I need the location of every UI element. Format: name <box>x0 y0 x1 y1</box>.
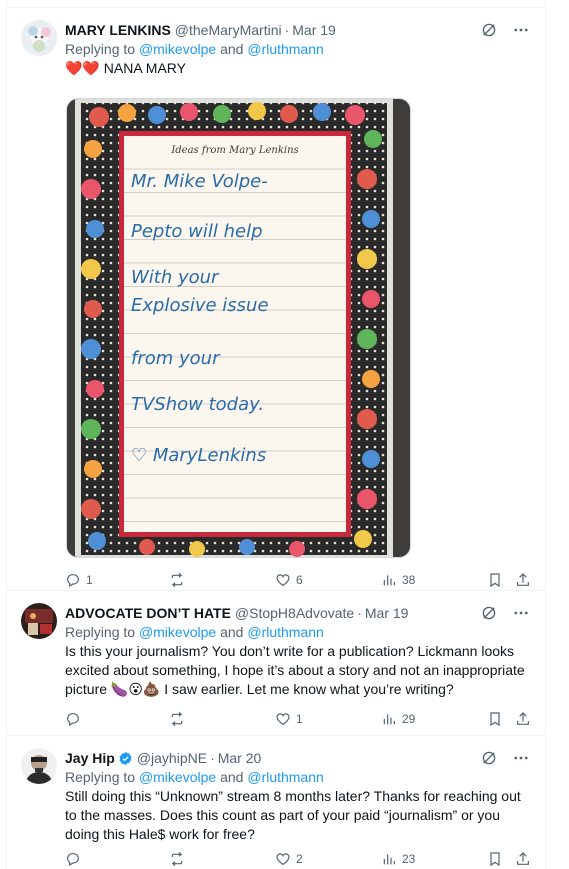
share-button[interactable] <box>515 711 531 727</box>
handwriting-line: Explosive issue <box>131 295 269 316</box>
user-handle[interactable]: @StopH8Advovate <box>235 605 354 621</box>
tweet-date[interactable]: Mar 19 <box>292 22 336 38</box>
views-icon <box>383 854 395 865</box>
timeline: MARY LENKINS @theMaryMartini · Mar 19 Re… <box>6 0 546 869</box>
more-options-icon[interactable] <box>511 748 531 768</box>
tweet-actions: 2 23 <box>65 849 531 869</box>
avatar-image <box>21 603 57 639</box>
mention-link[interactable]: @mikevolpe <box>139 624 216 640</box>
handwriting-line: TVShow today. <box>131 394 264 415</box>
tweet[interactable]: MARY LENKINS @theMaryMartini · Mar 19 Re… <box>7 8 545 591</box>
replying-to: Replying to @mikevolpe and @rluthmann <box>65 769 324 785</box>
handwriting-line: ♡ MaryLenkins <box>131 445 266 466</box>
views-icon <box>383 575 395 586</box>
like-button[interactable]: 6 <box>275 572 303 588</box>
handwriting-line: from your <box>131 348 221 369</box>
user-handle[interactable]: @jayhipNE <box>137 750 207 766</box>
share-icon <box>517 852 529 865</box>
divider <box>7 0 545 8</box>
mention-link[interactable]: @rluthmann <box>247 41 323 57</box>
repost-icon <box>171 572 183 588</box>
view-count: 29 <box>402 712 416 726</box>
reply-button[interactable]: 1 <box>65 572 93 588</box>
bookmark-icon <box>490 852 500 867</box>
notepad-photo: Ideas from Mary Lenkins Mr. Mike Volpe- … <box>67 99 410 557</box>
separator-dot: · <box>210 750 215 766</box>
user-handle[interactable]: @theMaryMartini <box>175 22 282 38</box>
like-count: 6 <box>296 573 303 587</box>
views-button[interactable]: 23 <box>381 851 415 867</box>
bookmark-icon <box>490 573 500 588</box>
mention-link[interactable]: @mikevolpe <box>139 41 216 57</box>
notepad-header: Ideas from Mary Lenkins <box>170 145 298 156</box>
tweet-actions: 1 29 <box>65 709 531 729</box>
bookmark-button[interactable] <box>487 572 503 588</box>
tweet-image[interactable]: Ideas from Mary Lenkins Mr. Mike Volpe- … <box>66 98 411 558</box>
avatar-image <box>21 748 57 784</box>
reply-count: 1 <box>86 573 93 587</box>
display-name[interactable]: ADVOCATE DON’T HATE <box>65 605 231 621</box>
tweet[interactable]: ADVOCATE DON’T HATE @StopH8Advovate · Ma… <box>7 591 545 736</box>
grok-icon[interactable] <box>479 603 499 623</box>
handwriting-line: With your <box>131 267 220 288</box>
share-button[interactable] <box>515 572 531 588</box>
like-button[interactable]: 1 <box>275 711 303 727</box>
handwriting-line: Mr. Mike Volpe- <box>131 171 268 192</box>
bookmark-icon <box>490 712 500 727</box>
tweet-text: Still doing this “Unknown” stream 8 mont… <box>65 788 521 842</box>
avatar-image <box>21 20 57 56</box>
display-name[interactable]: Jay Hip <box>65 750 115 766</box>
reply-button[interactable] <box>65 711 86 727</box>
like-count: 1 <box>296 712 303 726</box>
replying-to: Replying to @mikevolpe and @rluthmann <box>65 41 324 57</box>
handwriting-line: Pepto will help <box>131 221 263 242</box>
repost-button[interactable] <box>169 572 190 588</box>
like-button[interactable]: 2 <box>275 851 303 867</box>
more-options-icon[interactable] <box>511 603 531 623</box>
reply-button[interactable] <box>65 851 86 867</box>
mention-link[interactable]: @rluthmann <box>247 624 323 640</box>
like-count: 2 <box>296 852 303 866</box>
reply-icon <box>67 713 79 727</box>
separator-dot: · <box>284 22 290 38</box>
view-count: 23 <box>402 852 416 866</box>
share-icon <box>517 573 529 586</box>
view-count: 38 <box>402 573 416 587</box>
repost-button[interactable] <box>169 851 190 867</box>
grok-icon[interactable] <box>479 748 499 768</box>
display-name[interactable]: MARY LENKINS <box>65 22 171 38</box>
heart-icon <box>276 574 290 587</box>
mention-link[interactable]: @mikevolpe <box>139 769 216 785</box>
replying-to: Replying to @mikevolpe and @rluthmann <box>65 624 324 640</box>
more-options-icon[interactable] <box>511 20 531 40</box>
avatar[interactable] <box>21 20 57 56</box>
views-icon <box>383 714 395 725</box>
bookmark-button[interactable] <box>487 711 503 727</box>
bookmark-button[interactable] <box>487 851 503 867</box>
mention-link[interactable]: @rluthmann <box>247 769 323 785</box>
repost-button[interactable] <box>169 711 190 727</box>
repost-icon <box>171 851 183 867</box>
reply-icon <box>67 574 79 588</box>
tweet-date[interactable]: Mar 20 <box>218 750 262 766</box>
views-button[interactable]: 29 <box>381 711 415 727</box>
separator-dot: · <box>357 605 362 621</box>
tweet-text: Is this your journalism? You don’t write… <box>65 643 525 697</box>
grok-icon[interactable] <box>479 20 499 40</box>
share-button[interactable] <box>515 851 531 867</box>
heart-emoji: ❤️❤️ <box>65 60 100 76</box>
tweet[interactable]: Jay Hip @jayhipNE · Mar 20 Replying to @… <box>7 736 545 869</box>
tweet-date[interactable]: Mar 19 <box>365 605 409 621</box>
avatar[interactable] <box>21 603 57 639</box>
views-button[interactable]: 38 <box>381 572 415 588</box>
tweet-text: ❤️❤️ NANA MARY <box>65 60 186 76</box>
reply-icon <box>67 853 79 867</box>
heart-icon <box>276 713 290 726</box>
avatar[interactable] <box>21 748 57 784</box>
share-icon <box>517 712 529 725</box>
tweet-actions: 1 6 38 <box>65 570 531 590</box>
repost-icon <box>171 711 183 727</box>
verified-badge-icon <box>119 751 132 765</box>
heart-icon <box>276 853 290 866</box>
